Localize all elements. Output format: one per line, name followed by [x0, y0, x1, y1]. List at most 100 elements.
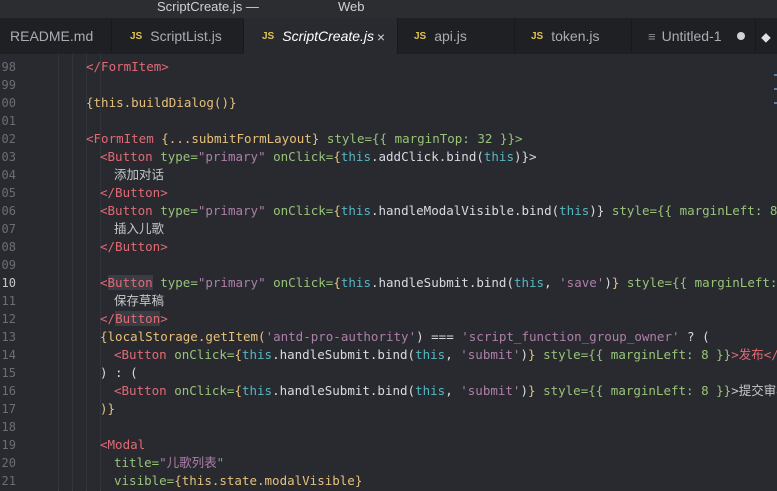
code-line: {localStorage.getItem('antd-pro-authorit… — [100, 328, 710, 346]
jsx-attribute: type= — [160, 275, 198, 290]
string-literal: 'script_function_group_owner' — [461, 329, 680, 344]
jsx-attribute: style={{ marginLeft: 8 }} — [611, 203, 777, 218]
method-call: .handleSubmit.bind( — [370, 275, 514, 290]
line-number: 98 — [1, 60, 16, 74]
bracket-match-highlight: Button — [107, 275, 153, 290]
tab-untitled[interactable]: ≡ Untitled-1 — [632, 18, 756, 54]
tab-label: ScriptList.js — [150, 28, 222, 44]
window-titlebar: ScriptCreate.js — Web — [0, 0, 777, 18]
line-number: 21 — [1, 474, 16, 488]
jsx-attribute: type= — [160, 149, 198, 164]
code-line: 插入儿歌 — [114, 220, 164, 238]
tab-label: Untitled-1 — [661, 28, 722, 44]
keyword: this — [483, 149, 514, 164]
window-title: ScriptCreate.js — — [157, 0, 259, 14]
tab-readme[interactable]: README.md — [0, 18, 112, 54]
tab-scriptlist[interactable]: JS ScriptList.js — [112, 18, 244, 54]
editor-tab-bar: README.md JS ScriptList.js JS ScriptCrea… — [0, 18, 777, 54]
punctuation: )} — [589, 203, 605, 218]
jsx-attribute: onClick= — [273, 275, 334, 290]
jsx-tag: <FormItem — [86, 131, 154, 146]
line-number-gutter: 98 99 00 01 02 03 04 05 06 07 08 09 10 1… — [0, 54, 44, 491]
code-editor[interactable]: 98 99 00 01 02 03 04 05 06 07 08 09 10 1… — [0, 54, 777, 491]
line-number: 15 — [1, 366, 16, 380]
tab-api[interactable]: JS api.js — [398, 18, 515, 54]
js-file-icon: JS — [262, 30, 275, 42]
indent-guide — [86, 54, 87, 491]
keyword: this — [241, 383, 273, 398]
code-line: )} — [100, 400, 115, 418]
jsx-text: 添加对话 — [114, 167, 165, 182]
code-line: </FormItem> — [86, 58, 169, 76]
tab-label: api.js — [434, 28, 467, 44]
jsx-attribute: onClick= — [273, 203, 334, 218]
jsx-tag: <Button — [100, 275, 153, 290]
unsaved-dot-icon[interactable] — [737, 32, 745, 40]
indent-guide — [58, 54, 59, 491]
string-literal: 'antd-pro-authority' — [265, 329, 417, 344]
code-line: <Button onClick={this.handleSubmit.bind(… — [114, 382, 777, 400]
jsx-tag: </Button> — [100, 311, 168, 326]
jsx-tag: <Button — [114, 383, 167, 398]
line-number: 09 — [1, 258, 16, 272]
jsx-expression: {this.buildDialog()} — [86, 95, 237, 110]
jsx-text: 保存草稿 — [114, 293, 165, 308]
jsx-tag: <Button — [100, 203, 153, 218]
method-call: .handleModalVisible.bind( — [370, 203, 560, 218]
jsx-attribute: title= — [114, 455, 160, 470]
line-number: 12 — [1, 312, 16, 326]
line-number: 04 — [1, 168, 16, 182]
line-number: 99 — [1, 78, 16, 92]
code-line: visible={this.state.modalVisible} — [114, 472, 362, 490]
jsx-attribute: style={{ marginTop: 32 }}> — [326, 131, 523, 146]
code-line: {this.buildDialog()} — [86, 94, 237, 112]
line-number: 08 — [1, 240, 16, 254]
keyword: this — [415, 347, 446, 362]
tab-scriptcreate[interactable]: JS ScriptCreate.js × — [244, 18, 398, 54]
method-call: .handleSubmit.bind( — [272, 383, 416, 398]
code-line: 保存草稿 — [114, 292, 164, 310]
code-line: </Button> — [100, 238, 168, 256]
jsx-expression: )} — [100, 401, 116, 416]
jsx-tag: </Button> — [100, 239, 168, 254]
method-call: .addClick.bind( — [370, 149, 484, 164]
close-icon[interactable]: × — [377, 29, 385, 45]
tab-label: token.js — [551, 28, 600, 44]
code-line: </Button> — [100, 310, 168, 328]
operator: ) === — [416, 329, 462, 344]
line-number: 18 — [1, 420, 16, 434]
jsx-tag: </Button> — [100, 185, 168, 200]
line-number: 14 — [1, 348, 16, 362]
js-file-icon: JS — [130, 30, 143, 42]
string-literal: 'save' — [559, 275, 605, 290]
code-line: </Button> — [100, 184, 168, 202]
bracket-match-highlight: Button — [115, 311, 161, 326]
scrollbar[interactable] — [771, 54, 777, 491]
line-number: 20 — [1, 456, 16, 470]
code-line: title="儿歌列表" — [114, 454, 224, 472]
jsx-expression: {localStorage.getItem( — [100, 329, 266, 344]
jsx-attribute: onClick= — [174, 383, 235, 398]
code-line: <Button onClick={this.handleSubmit.bind(… — [114, 346, 777, 364]
line-number: 13 — [1, 330, 16, 344]
jsx-tag: <Button — [100, 149, 153, 164]
code-line: <Modal — [100, 436, 145, 454]
jsx-attribute: onClick= — [174, 347, 235, 362]
jsx-attribute: style={{ marginLeft: 8 }} — [543, 347, 732, 362]
jsx-expression: {this.state.modalVisible} — [174, 473, 363, 488]
lines-icon: ≡ — [648, 28, 656, 44]
tab-token[interactable]: JS token.js — [515, 18, 632, 54]
tab-label: README.md — [10, 28, 94, 44]
operator: ) : ( — [100, 365, 138, 380]
line-number: 19 — [1, 438, 16, 452]
string-literal: "primary" — [197, 203, 266, 218]
window-title-suffix: Web — [338, 0, 365, 14]
line-number: 03 — [1, 150, 16, 164]
keyword: this — [340, 203, 371, 218]
line-number: 17 — [1, 402, 16, 416]
jsx-text: 插入儿歌 — [114, 221, 165, 236]
jsx-attribute: type= — [160, 203, 198, 218]
tab-overflow-icon[interactable]: ◆ — [756, 18, 776, 54]
operator: ? ( — [679, 329, 710, 344]
jsx-tag: <Modal — [100, 437, 146, 452]
